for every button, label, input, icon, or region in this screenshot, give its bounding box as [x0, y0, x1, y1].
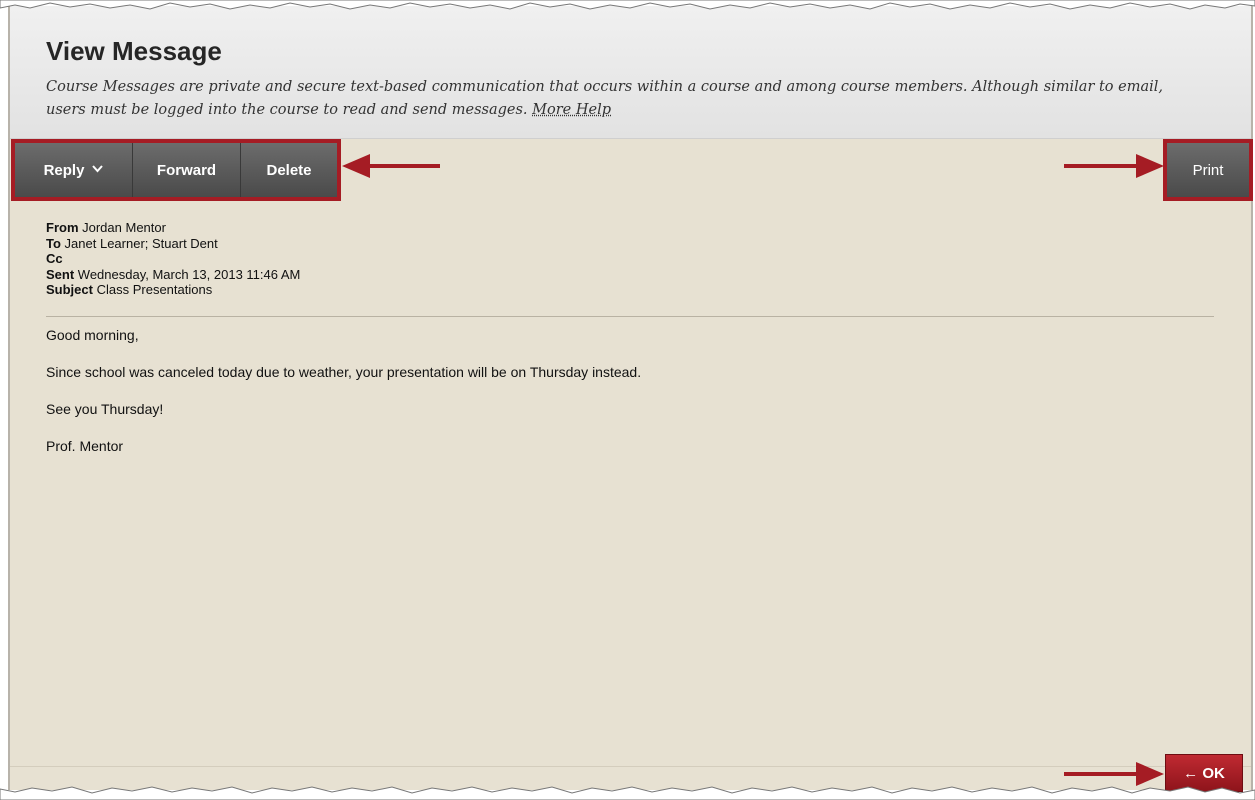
- action-toolbar: Reply Forward Delete: [11, 139, 341, 201]
- torn-edge-top: [0, 0, 1255, 10]
- to-value: Janet Learner; Stuart Dent: [64, 235, 218, 251]
- arrow-icon-toolbar: [342, 154, 440, 178]
- from-label: From: [46, 220, 79, 235]
- print-highlight: Print: [1163, 139, 1253, 201]
- sent-row: Sent Wednesday, March 13, 2013 11:46 AM: [46, 267, 300, 283]
- more-help-link[interactable]: More Help: [532, 102, 611, 118]
- body-line: Since school was canceled today due to w…: [46, 364, 642, 380]
- subject-label: Subject: [46, 282, 93, 297]
- from-value: Jordan Mentor: [82, 220, 166, 235]
- torn-edge-bottom: [0, 786, 1255, 800]
- cc-label: Cc: [46, 251, 63, 266]
- print-button[interactable]: Print: [1167, 143, 1249, 197]
- to-label: To: [46, 235, 61, 251]
- reply-label: Reply: [43, 161, 85, 179]
- page-title: View Message: [46, 36, 222, 66]
- arrow-icon-print: [1064, 154, 1164, 178]
- reply-button[interactable]: Reply: [15, 143, 133, 197]
- body-line: See you Thursday!: [46, 401, 164, 417]
- page-header: View Message Course Messages are private…: [10, 6, 1251, 139]
- body-line: Good morning,: [46, 327, 139, 343]
- cc-row: Cc: [46, 251, 300, 267]
- subject-row: Subject Class Presentations: [46, 282, 300, 298]
- message-header: From Jordan Mentor To Janet Learner; Stu…: [46, 220, 300, 298]
- header-divider: [46, 316, 1214, 317]
- message-panel: View Message Course Messages are private…: [8, 6, 1253, 792]
- sent-value: Wednesday, March 13, 2013 11:46 AM: [77, 266, 301, 282]
- message-body: Good morning, Since school was canceled …: [46, 326, 641, 474]
- chevron-down-icon: [92, 162, 104, 176]
- forward-button[interactable]: Forward: [133, 143, 241, 197]
- sent-label: Sent: [46, 266, 75, 282]
- to-row: To Janet Learner; Stuart Dent: [46, 236, 300, 252]
- page-description: Course Messages are private and secure t…: [46, 76, 1206, 122]
- delete-button[interactable]: Delete: [241, 143, 337, 197]
- body-line: Prof. Mentor: [46, 438, 124, 454]
- subject-value: Class Presentations: [96, 282, 213, 297]
- from-row: From Jordan Mentor: [46, 220, 300, 236]
